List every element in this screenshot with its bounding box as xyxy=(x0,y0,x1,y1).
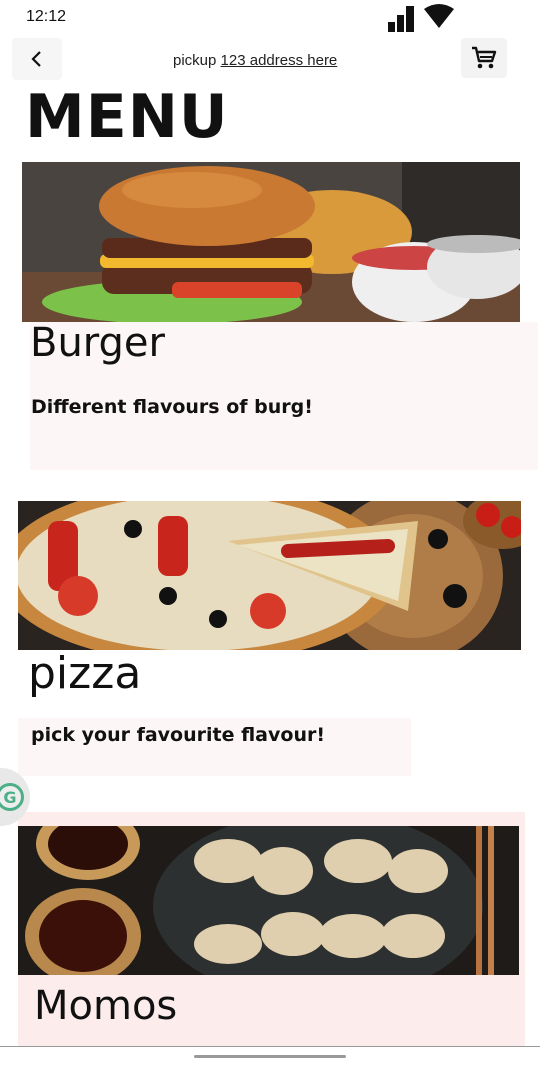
top-bar: pickup 123 address here xyxy=(0,36,540,84)
home-indicator[interactable] xyxy=(194,1055,346,1058)
divider xyxy=(0,1046,540,1047)
momos-image xyxy=(18,826,519,975)
item-name: Momos xyxy=(34,983,178,1029)
back-button[interactable] xyxy=(12,38,62,80)
page-title: MENU xyxy=(25,82,229,152)
status-bar: 12:12 xyxy=(0,0,540,36)
chevron-left-icon xyxy=(31,51,41,67)
cart-button[interactable] xyxy=(461,38,507,78)
menu-screen: 12:12 pickup 123 address here MENU Burge… xyxy=(0,0,540,1068)
item-description: pick your favourite flavour! xyxy=(31,724,325,746)
status-time: 12:12 xyxy=(26,8,67,25)
item-description: Different flavours of burg! xyxy=(31,396,313,418)
item-name: Burger xyxy=(30,320,165,366)
wifi-icon xyxy=(424,4,454,28)
item-name: pizza xyxy=(28,648,142,699)
signal-icon xyxy=(388,6,414,32)
cart-icon xyxy=(472,46,497,69)
pickup-label: pickup xyxy=(173,52,217,69)
pickup-address[interactable]: pickup 123 address here xyxy=(173,52,337,69)
pizza-image xyxy=(18,501,521,650)
address-link[interactable]: 123 address here xyxy=(221,52,338,69)
assistant-icon: G xyxy=(0,783,24,811)
burger-image xyxy=(22,162,520,322)
